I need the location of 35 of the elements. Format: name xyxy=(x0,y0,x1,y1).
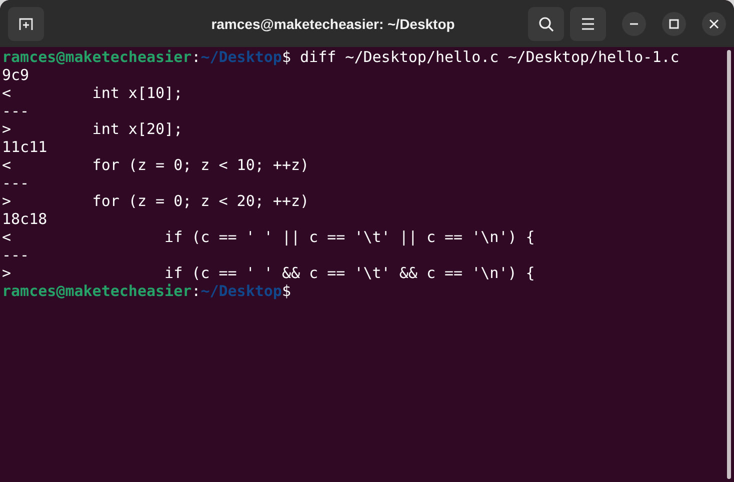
window-title: ramces@maketecheasier: ~/Desktop xyxy=(210,16,456,32)
menu-button[interactable] xyxy=(570,6,606,40)
minimize-icon xyxy=(629,22,639,24)
output-line: --- xyxy=(2,102,30,120)
output-line: > int x[20]; xyxy=(2,120,184,138)
menu-icon xyxy=(581,18,595,30)
prompt-path: ~/Desktop xyxy=(200,282,282,300)
maximize-icon xyxy=(669,18,679,28)
output-line: 18c18 xyxy=(2,210,48,228)
new-tab-button[interactable] xyxy=(8,6,44,40)
output-line: < if (c == ' ' || c == '\t' || c == '\n') { xyxy=(2,228,536,246)
output-line: > for (z = 0; z < 20; ++z) xyxy=(2,192,310,210)
prompt-user-host: ramces@maketecheasier xyxy=(2,48,192,66)
new-tab-icon xyxy=(18,16,34,32)
close-button[interactable] xyxy=(702,12,726,36)
output-line: < int x[10]; xyxy=(2,84,184,102)
prompt-symbol: $ xyxy=(282,48,291,66)
command-text: diff ~/Desktop/hello.c ~/Desktop/hello-1.c xyxy=(300,48,680,66)
prompt-user-host: ramces@maketecheasier xyxy=(2,282,192,300)
output-line: --- xyxy=(2,246,30,264)
scrollbar[interactable] xyxy=(727,50,731,479)
output-line: --- xyxy=(2,174,30,192)
output-line: 11c11 xyxy=(2,138,48,156)
prompt-separator: : xyxy=(192,48,201,66)
search-icon xyxy=(538,16,554,32)
prompt-separator: : xyxy=(192,282,201,300)
output-line: < for (z = 0; z < 10; ++z) xyxy=(2,156,310,174)
prompt-path: ~/Desktop xyxy=(200,48,282,66)
search-button[interactable] xyxy=(528,6,564,40)
maximize-button[interactable] xyxy=(662,12,686,36)
output-line: > if (c == ' ' && c == '\t' && c == '\n') { xyxy=(2,264,536,282)
output-line: 9c9 xyxy=(2,66,30,84)
minimize-button[interactable] xyxy=(622,12,646,36)
close-icon xyxy=(709,18,719,28)
prompt-symbol: $ xyxy=(282,282,291,300)
